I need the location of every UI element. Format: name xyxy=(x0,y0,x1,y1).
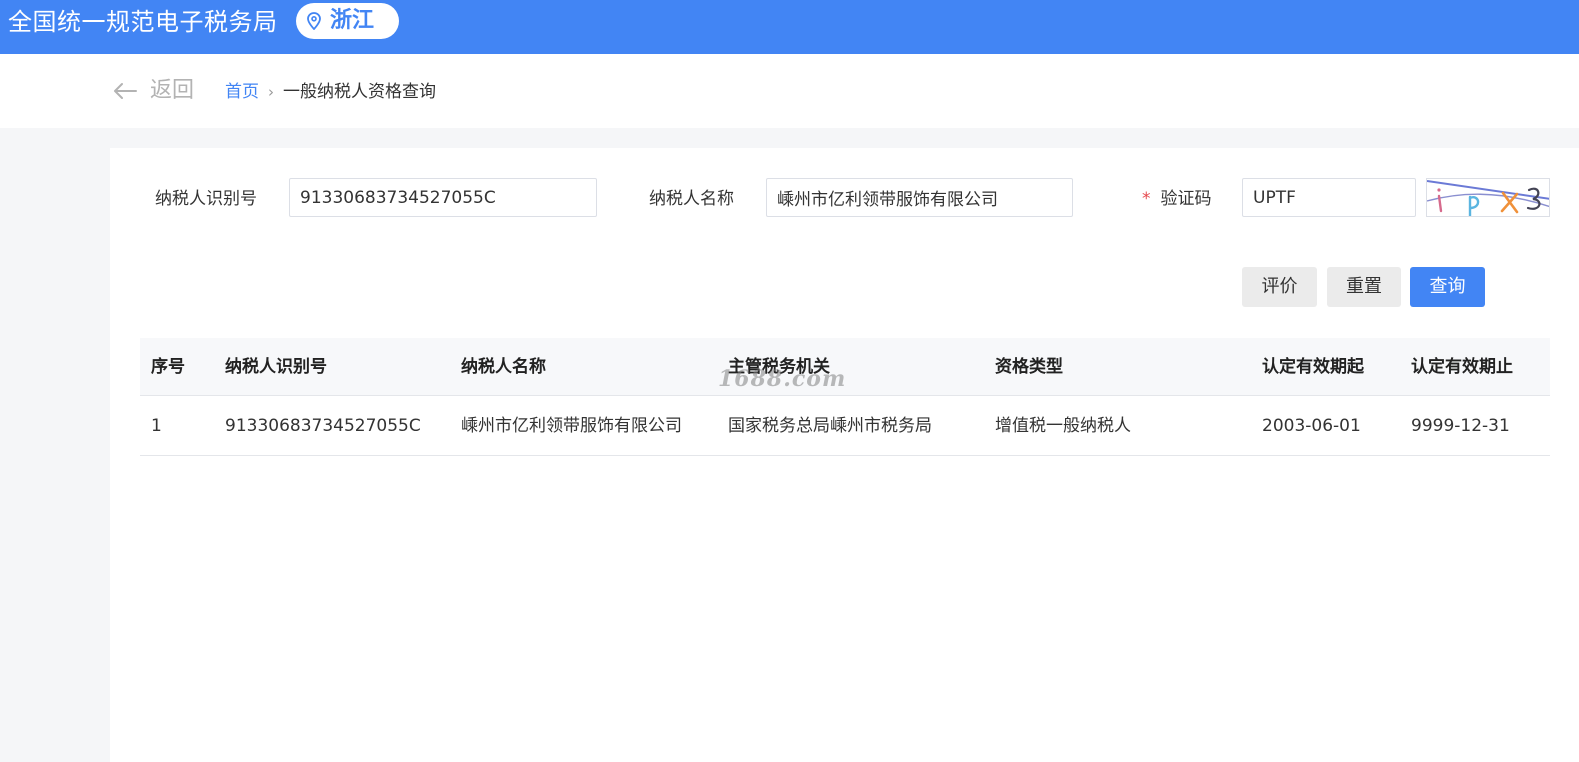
taxpayer-name-label: 纳税人名称 xyxy=(649,189,734,209)
row-qualification-type: 增值税一般纳税人 xyxy=(995,416,1131,436)
breadcrumb-current: 一般纳税人资格查询 xyxy=(283,82,436,102)
captcha-graphic xyxy=(1427,180,1549,216)
watermark: 1688.com xyxy=(718,366,847,392)
row-valid-from: 2003-06-01 xyxy=(1262,416,1361,436)
row-taxpayer-name: 嵊州市亿利领带服饰有限公司 xyxy=(461,416,682,436)
breadcrumb-home-link[interactable]: 首页 xyxy=(225,80,259,104)
top-header: 全国统一规范电子税务局 浙江 xyxy=(0,0,1579,54)
column-header-qualification-type: 资格类型 xyxy=(995,357,1063,377)
arrow-left-icon xyxy=(114,83,137,99)
row-valid-to: 9999-12-31 xyxy=(1411,416,1510,436)
column-header-taxpayer-name: 纳税人名称 xyxy=(461,357,546,377)
row-index: 1 xyxy=(151,416,162,436)
column-header-valid-from: 认定有效期起 xyxy=(1262,357,1364,377)
reset-button[interactable]: 重置 xyxy=(1327,267,1401,307)
column-header-index: 序号 xyxy=(151,357,185,377)
required-mark: * xyxy=(1142,189,1151,209)
column-header-valid-to: 认定有效期止 xyxy=(1411,357,1513,377)
taxpayer-id-label: 纳税人识别号 xyxy=(155,189,257,209)
back-label: 返回 xyxy=(150,78,195,103)
column-header-taxpayer-id: 纳税人识别号 xyxy=(225,357,327,377)
captcha-label: 验证码 xyxy=(1160,189,1212,209)
site-title: 全国统一规范电子税务局 xyxy=(8,8,278,36)
row-tax-authority: 国家税务总局嵊州市税务局 xyxy=(728,416,932,436)
taxpayer-id-input[interactable] xyxy=(289,178,597,217)
region-selector[interactable]: 浙江 xyxy=(296,3,399,39)
back-button[interactable]: 返回 xyxy=(112,76,194,106)
sub-nav-bar: 返回 首页 › 一般纳税人资格查询 xyxy=(0,54,1579,128)
query-button[interactable]: 查询 xyxy=(1410,267,1485,307)
breadcrumb: 首页 › 一般纳税人资格查询 xyxy=(225,80,436,104)
captcha-label-group: * 验证码 xyxy=(1142,187,1212,211)
breadcrumb-separator: › xyxy=(268,83,274,101)
captcha-input[interactable] xyxy=(1242,178,1416,217)
taxpayer-name-input[interactable] xyxy=(766,178,1073,217)
table-row: 1 91330683734527055C 嵊州市亿利领带服饰有限公司 国家税务总… xyxy=(140,396,1550,456)
row-taxpayer-id: 91330683734527055C xyxy=(225,416,421,436)
location-pin-icon xyxy=(307,12,321,30)
region-label: 浙江 xyxy=(330,8,375,33)
evaluate-button[interactable]: 评价 xyxy=(1242,267,1317,307)
captcha-image[interactable] xyxy=(1426,178,1550,217)
